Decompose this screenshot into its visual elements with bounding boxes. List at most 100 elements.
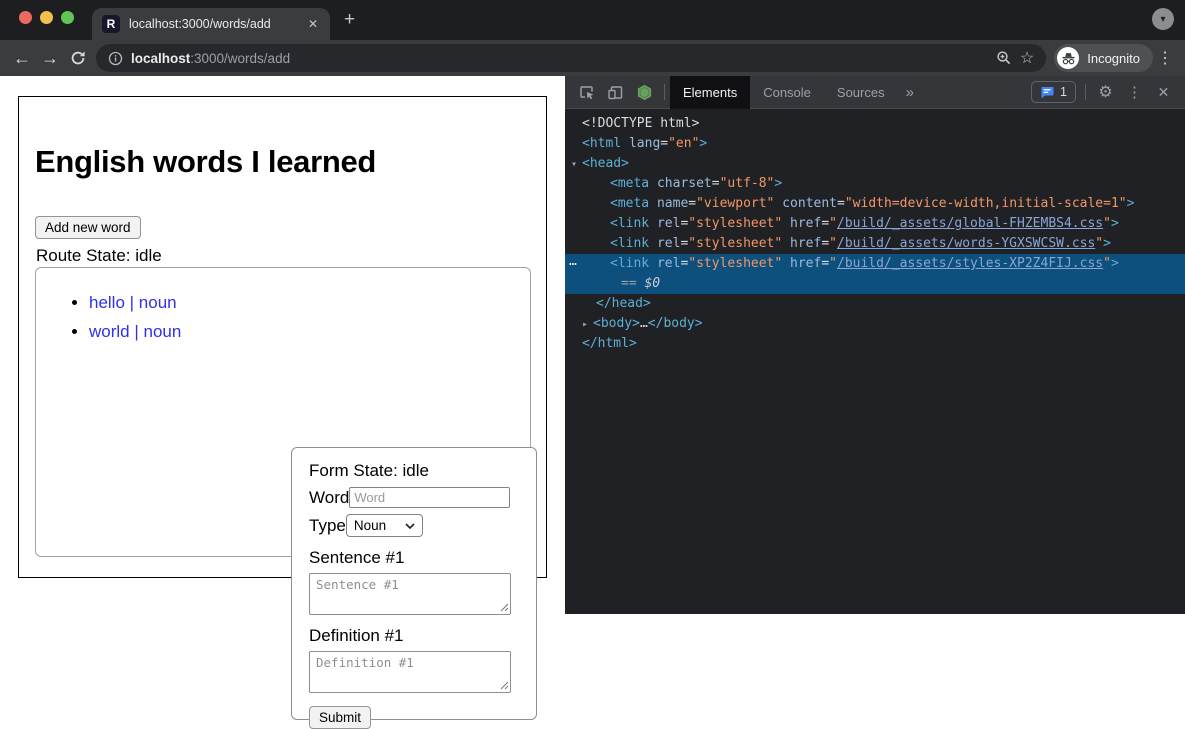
tab-elements[interactable]: Elements [670,76,750,109]
extension-hexagon-icon[interactable] [630,76,659,109]
code-token: href [782,216,821,231]
tab-console[interactable]: Console [750,76,824,109]
word-input[interactable] [349,487,510,508]
code-token: "viewport" [696,196,774,211]
traffic-lights [19,11,74,24]
devtools-code-line[interactable]: <meta charset="utf-8"> [565,174,1185,194]
route-state-text: Route State: idle [36,246,546,266]
word-link-world[interactable]: world | noun [89,322,181,341]
toolbar-divider [664,84,665,100]
address-bar[interactable]: localhost:3000/words/add ☆ [96,44,1046,72]
list-item: hello | noun [89,293,530,313]
minimize-window-button[interactable] [40,11,53,24]
code-token: <link [610,236,649,251]
device-toolbar-button[interactable] [601,76,630,109]
code-token: = [837,196,845,211]
line-actions-icon[interactable]: … [569,252,576,272]
devtools-close-button[interactable]: ✕ [1149,76,1178,109]
issues-count: 1 [1060,85,1067,99]
definition-textarea[interactable] [309,651,511,693]
devtools-settings-button[interactable]: ⚙ [1091,76,1120,109]
devtools-code-line[interactable]: ▸<body>…</body> [565,314,1185,334]
code-token: > [699,136,707,151]
inspect-element-button[interactable] [572,76,601,109]
code-token: " [829,256,837,271]
resize-handle-icon[interactable] [500,681,509,690]
submit-button[interactable]: Submit [309,706,371,729]
devtools-code-line[interactable]: <link rel="stylesheet" href="/build/_ass… [565,234,1185,254]
devtools-code-line[interactable]: …<link rel="stylesheet" href="/build/_as… [565,254,1185,274]
code-token: name [649,196,688,211]
code-token: > [1103,236,1111,251]
browser-tab[interactable]: R localhost:3000/words/add ✕ [92,8,330,40]
code-token: > [1111,256,1119,271]
browser-menu-button[interactable]: ⋮ [1153,48,1177,68]
incognito-badge[interactable]: Incognito [1054,44,1153,72]
code-token: rel [649,216,680,231]
forward-button[interactable]: → [36,44,64,72]
devtools-code-line[interactable]: <html lang="en"> [565,134,1185,154]
code-token: "stylesheet" [688,256,782,271]
code-token: content [774,196,837,211]
word-link-hello[interactable]: hello | noun [89,293,177,312]
code-token: … [640,316,648,331]
code-token: $0 [644,276,660,291]
page-title: English words I learned [35,144,546,180]
code-token: <!DOCTYPE html> [582,116,699,131]
devtools-code-line[interactable]: == $0 [565,274,1185,294]
code-token: <head> [582,156,629,171]
code-token: "width=device-width,initial-scale=1" [845,196,1127,211]
elements-tree[interactable]: <!DOCTYPE html><html lang="en">▾<head><m… [565,109,1185,614]
resize-handle-icon[interactable] [500,603,509,612]
tab-search-button[interactable]: ▾ [1152,8,1174,30]
devtools-code-line[interactable]: <link rel="stylesheet" href="/build/_ass… [565,214,1185,234]
definition-field [309,651,511,693]
back-button[interactable]: ← [8,44,36,72]
code-token: > [774,176,782,191]
code-token: = [821,256,829,271]
code-token: > [1127,196,1135,211]
sentence-textarea[interactable] [309,573,511,615]
reload-button[interactable] [64,44,92,72]
type-select[interactable]: Noun [346,514,423,537]
add-new-word-button[interactable]: Add new word [35,216,141,239]
issues-counter[interactable]: 1 [1031,81,1076,103]
devtools-menu-button[interactable]: ⋮ [1120,76,1149,109]
devtools-code-line[interactable]: ▾<head> [565,154,1185,174]
devtools-code-line[interactable]: <!DOCTYPE html> [565,114,1185,134]
code-token: " [829,236,837,251]
collapse-arrow-icon[interactable]: ▸ [582,315,593,335]
code-token: charset [649,176,712,191]
new-tab-button[interactable]: + [344,13,355,27]
definition-label: Definition #1 [309,626,519,646]
code-token: lang [621,136,660,151]
devtools-code-line[interactable]: </html> [565,334,1185,354]
browser-toolbar: ← → localhost:3000/words/add ☆ Incognito [0,40,1185,76]
incognito-icon [1057,47,1079,69]
code-token: <html [582,136,621,151]
tab-sources[interactable]: Sources [824,76,898,109]
code-token: /build/_assets/words-YGXSWCSW.css [837,236,1095,251]
maximize-window-button[interactable] [61,11,74,24]
code-token: "utf-8" [720,176,775,191]
tab-close-icon[interactable]: ✕ [306,17,320,31]
code-token: /build/_assets/styles-XP2Z4FIJ.css [837,256,1103,271]
more-tabs-button[interactable]: » [898,84,922,101]
issues-chat-icon [1040,86,1054,99]
devtools-code-line[interactable]: </head> [565,294,1185,314]
close-window-button[interactable] [19,11,32,24]
zoom-page-icon[interactable] [996,50,1012,66]
code-token: <meta [610,196,649,211]
site-info-icon[interactable] [108,51,123,66]
expand-arrow-icon[interactable]: ▾ [571,155,582,175]
device-toolbar-icon [607,84,624,101]
bookmark-star-icon[interactable]: ☆ [1020,48,1034,68]
tab-strip: R localhost:3000/words/add ✕ + ▾ [0,0,1185,40]
url-text: localhost:3000/words/add [131,51,290,66]
content-area: English words I learned Add new word Rou… [0,76,1185,614]
code-token: == [621,276,644,291]
devtools-code-line[interactable]: <meta name="viewport" content="width=dev… [565,194,1185,214]
incognito-label: Incognito [1087,51,1140,66]
code-token: rel [649,236,680,251]
code-token: </head> [596,296,651,311]
